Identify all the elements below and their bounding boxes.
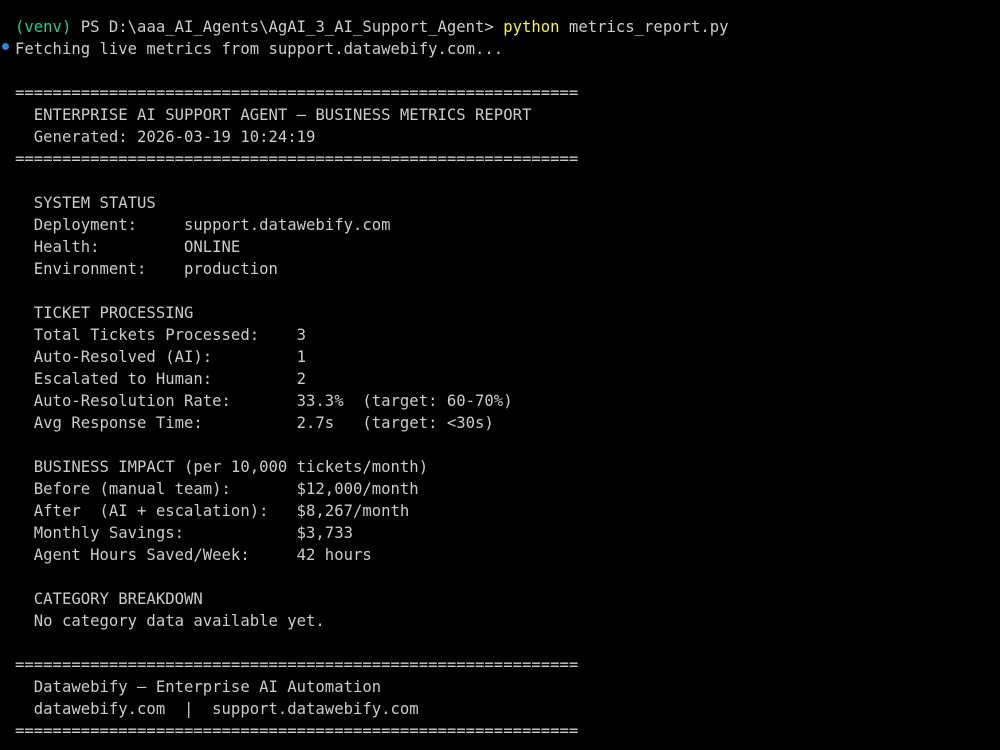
venv-indicator: (venv) (15, 18, 72, 36)
health-row: Health: ONLINE (15, 238, 241, 256)
report-generated: Generated: 2026-03-19 10:24:19 (15, 128, 316, 146)
before-cost-row: Before (manual team): $12,000/month (15, 480, 419, 498)
auto-resolved-row: Auto-Resolved (AI): 1 (15, 348, 307, 366)
response-time-row: Avg Response Time: 2.7s (target: <30s) (15, 414, 494, 432)
system-status-heading: SYSTEM STATUS (15, 194, 156, 212)
separator-line: ========================================… (15, 722, 579, 740)
total-tickets-row: Total Tickets Processed: 3 (15, 326, 307, 344)
separator-line: ========================================… (15, 84, 579, 102)
separator-line: ========================================… (15, 656, 579, 674)
fetching-line: Fetching live metrics from support.dataw… (15, 40, 504, 58)
separator-line: ========================================… (15, 150, 579, 168)
business-impact-heading: BUSINESS IMPACT (per 10,000 tickets/mont… (15, 458, 429, 476)
hours-saved-row: Agent Hours Saved/Week: 42 hours (15, 546, 372, 564)
ticket-processing-heading: TICKET PROCESSING (15, 304, 194, 322)
report-title: ENTERPRISE AI SUPPORT AGENT — BUSINESS M… (15, 106, 532, 124)
prompt-path: PS D:\aaa_AI_Agents\AgAI_3_AI_Support_Ag… (71, 18, 504, 36)
deployment-row: Deployment: support.datawebify.com (15, 216, 391, 234)
category-breakdown-heading: CATEGORY BREAKDOWN (15, 590, 203, 608)
after-cost-row: After (AI + escalation): $8,267/month (15, 502, 410, 520)
terminal-window[interactable]: (venv) PS D:\aaa_AI_Agents\AgAI_3_AI_Sup… (0, 0, 1000, 750)
prompt-line: (venv) PS D:\aaa_AI_Agents\AgAI_3_AI_Sup… (15, 16, 1000, 38)
environment-row: Environment: production (15, 260, 278, 278)
footer-brand: Datawebify — Enterprise AI Automation (15, 678, 382, 696)
command-args: metrics_report.py (559, 18, 729, 36)
command-status-dot-icon[interactable] (2, 43, 9, 50)
category-empty-message: No category data available yet. (15, 612, 325, 630)
resolution-rate-row: Auto-Resolution Rate: 33.3% (target: 60-… (15, 392, 513, 410)
command-name: python (503, 18, 560, 36)
escalated-row: Escalated to Human: 2 (15, 370, 307, 388)
monthly-savings-row: Monthly Savings: $3,733 (15, 524, 353, 542)
footer-links: datawebify.com | support.datawebify.com (15, 700, 419, 718)
